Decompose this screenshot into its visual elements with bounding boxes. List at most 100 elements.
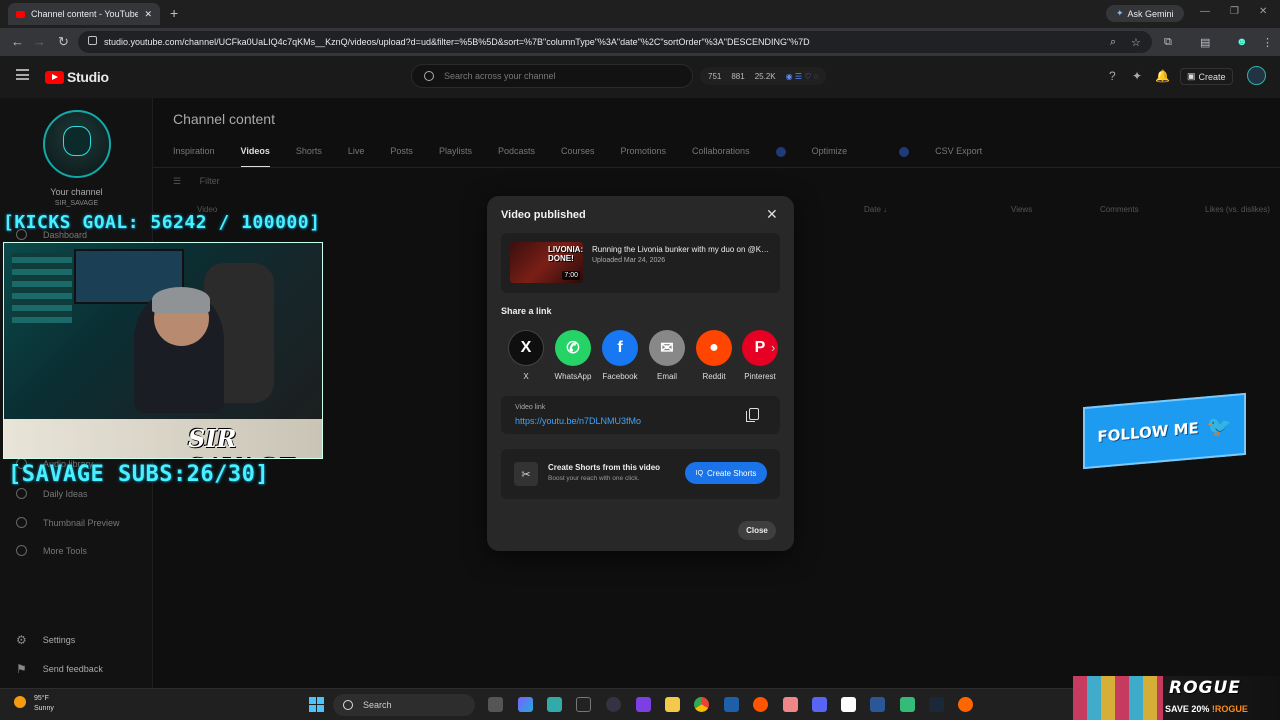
account-avatar[interactable]: [1247, 66, 1266, 85]
promo-code: !ROGUE: [1211, 704, 1248, 714]
search-input[interactable]: Search across your channel: [411, 64, 693, 88]
tab-posts[interactable]: Posts: [390, 146, 413, 168]
steam-icon[interactable]: [929, 697, 944, 712]
save-text: SAVE 20%: [1165, 704, 1210, 714]
reload-icon[interactable]: ↻: [58, 34, 69, 50]
help-icon[interactable]: ?: [1109, 69, 1116, 83]
address-bar[interactable]: studio.youtube.com/channel/UCFka0UaLIQ4c…: [78, 31, 1152, 53]
share-x-button[interactable]: XX: [501, 330, 551, 381]
app-icon[interactable]: [724, 697, 739, 712]
app-icon[interactable]: [576, 697, 591, 712]
back-icon[interactable]: ←: [11, 34, 24, 49]
capcut-icon[interactable]: [841, 697, 856, 712]
app-icon[interactable]: [547, 697, 562, 712]
maximize-icon[interactable]: ❐: [1230, 6, 1239, 17]
copilot-icon[interactable]: [518, 697, 533, 712]
sidebar-item-feedback[interactable]: ⚑ Send feedback: [16, 662, 103, 676]
tab-promotions[interactable]: Promotions: [621, 146, 667, 168]
share-facebook-button[interactable]: f Facebook: [595, 330, 645, 381]
zoom-icon[interactable]: ⌕: [1110, 36, 1116, 49]
video-thumbnail[interactable]: LIVONIA: DONE! 7:00: [510, 242, 583, 283]
app-icon[interactable]: [900, 697, 915, 712]
reddit-icon: ●: [696, 330, 732, 366]
create-shorts-button[interactable]: IQ Create Shorts: [685, 462, 767, 484]
filter-icon: ☰: [173, 176, 184, 186]
browser-tab[interactable]: Channel content - YouTube Studio ✕: [8, 3, 160, 25]
app-icon[interactable]: [958, 697, 973, 712]
profile-icon[interactable]: ☻: [1236, 36, 1248, 48]
notifications-icon[interactable]: 🔔: [1155, 69, 1170, 83]
close-window-icon[interactable]: ✕: [1259, 6, 1267, 17]
browser-toolbar: ← → ↻ studio.youtube.com/channel/UCFka0U…: [0, 28, 1280, 56]
site-info-icon[interactable]: [88, 36, 97, 45]
channel-avatar[interactable]: [43, 110, 111, 178]
app-icon[interactable]: [870, 697, 885, 712]
sidebar-item-daily-ideas[interactable]: Daily Ideas: [16, 488, 88, 499]
chrome-icon[interactable]: [694, 697, 709, 712]
file-explorer-icon[interactable]: [665, 697, 680, 712]
copy-icon[interactable]: [746, 408, 759, 422]
tab-courses[interactable]: Courses: [561, 146, 595, 168]
tab-live[interactable]: Live: [348, 146, 365, 168]
extension-stats-bar[interactable]: 751 881 25.2K ◉ ☰ ♡ ◌: [700, 67, 827, 85]
column-views[interactable]: Views: [1011, 205, 1032, 214]
sidebar-item-thumbnail-preview[interactable]: Thumbnail Preview: [16, 517, 120, 528]
logo-text: Studio: [67, 69, 109, 85]
tab-csv-export[interactable]: CSV Export: [899, 146, 1008, 168]
app-icon[interactable]: [606, 697, 621, 712]
forward-icon[interactable]: →: [33, 34, 46, 49]
hamburger-menu-icon[interactable]: [16, 69, 29, 80]
content-tabs: Inspiration Videos Shorts Live Posts Pla…: [173, 146, 1034, 168]
new-tab-button[interactable]: +: [170, 5, 178, 21]
share-name: Email: [656, 372, 677, 381]
tab-videos[interactable]: Videos: [240, 146, 270, 168]
taskbar-search[interactable]: Search: [333, 694, 475, 716]
shorts-logo-icon: IQ: [695, 469, 704, 477]
tab-collaborations[interactable]: Collaborations: [692, 146, 750, 168]
create-button[interactable]: ▣ Create: [1180, 68, 1233, 85]
column-likes[interactable]: Likes (vs. dislikes): [1205, 205, 1270, 214]
share-pinterest-button[interactable]: P Pinterest: [735, 330, 785, 381]
share-email-button[interactable]: ✉ Email: [642, 330, 692, 381]
dialog-title: Video published: [501, 209, 586, 221]
app-icon[interactable]: [636, 697, 651, 712]
share-whatsapp-button[interactable]: ✆ WhatsApp: [548, 330, 598, 381]
studio-logo[interactable]: Studio: [45, 69, 109, 85]
minimize-icon[interactable]: —: [1200, 6, 1210, 17]
discord-icon[interactable]: [812, 697, 827, 712]
split-view-icon[interactable]: ▤: [1200, 36, 1210, 49]
sparkle-icon[interactable]: ✦: [1132, 69, 1142, 83]
close-dialog-icon[interactable]: ✕: [766, 206, 778, 223]
extensions-icon[interactable]: ⧉: [1164, 36, 1172, 49]
column-comments[interactable]: Comments: [1100, 205, 1139, 214]
studio-header: Studio Search across your channel 751 88…: [0, 56, 1280, 98]
close-button[interactable]: Close: [738, 521, 776, 540]
video-card[interactable]: LIVONIA: DONE! 7:00 Running the Livonia …: [501, 233, 780, 293]
ask-gemini-button[interactable]: ✦ Ask Gemini: [1106, 5, 1184, 22]
close-tab-icon[interactable]: ✕: [144, 9, 152, 20]
share-reddit-button[interactable]: ● Reddit: [689, 330, 739, 381]
tab-playlists[interactable]: Playlists: [439, 146, 472, 168]
weather-widget[interactable]: 95°F Sunny: [14, 694, 54, 714]
page-title: Channel content: [173, 111, 275, 127]
task-view-icon[interactable]: [488, 697, 503, 712]
tab-podcasts[interactable]: Podcasts: [498, 146, 535, 168]
feedback-icon: ⚑: [16, 662, 27, 676]
sidebar-item-more-tools[interactable]: More Tools: [16, 545, 87, 556]
filter-bar[interactable]: ☰ Filter: [173, 176, 220, 187]
tab-shorts[interactable]: Shorts: [296, 146, 322, 168]
app-icon[interactable]: [783, 697, 798, 712]
video-link-label: Video link: [515, 404, 546, 411]
stat-extension-icon: ◉ ☰ ♡ ◌: [785, 71, 819, 81]
chevron-right-icon[interactable]: ›: [771, 340, 775, 355]
bookmark-star-icon[interactable]: ☆: [1131, 36, 1141, 49]
windows-start-icon[interactable]: [309, 697, 324, 712]
column-date[interactable]: Date ↓: [864, 205, 887, 214]
menu-kebab-icon[interactable]: ⋮: [1262, 36, 1273, 49]
soundcloud-icon[interactable]: [753, 697, 768, 712]
tab-optimize[interactable]: Optimize: [775, 146, 874, 168]
tab-inspiration[interactable]: Inspiration: [173, 146, 215, 168]
weather-temp: 95°F: [34, 695, 49, 702]
video-link-url[interactable]: https://youtu.be/n7DLNMU3fMo: [515, 416, 641, 426]
sidebar-item-settings[interactable]: ⚙ Settings: [16, 633, 75, 647]
